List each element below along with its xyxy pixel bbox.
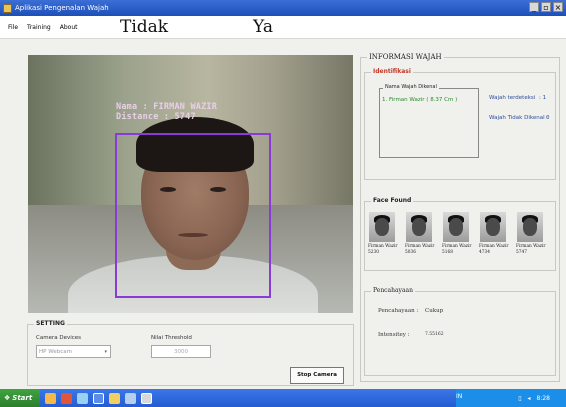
face-thumbnail (517, 212, 543, 242)
media-icon[interactable] (125, 392, 136, 404)
identifikasi-group: Identifikasi Nama Wajah Dikenal 1. Firma… (364, 68, 556, 180)
overlay-label-tidak: Tidak (120, 17, 169, 37)
window-icon[interactable] (93, 392, 104, 404)
face-value: 5747 (516, 250, 527, 255)
recognized-name-text: Nama : FIRMAN WAZIR (116, 102, 218, 112)
detected-faces-value: : 1 (539, 95, 547, 101)
face-thumbnail (406, 212, 432, 242)
minimize-icon[interactable]: _ (529, 2, 539, 12)
face-thumbnail (480, 212, 506, 242)
intensity-label: Intensitey : (378, 332, 410, 338)
face-value: 5036 (405, 250, 416, 255)
pencahayaan-group: Pencahayaan Pencahayaan : Cukup Intensit… (364, 287, 556, 376)
clock[interactable]: 8:28 (537, 395, 550, 402)
known-faces-list[interactable]: Nama Wajah Dikenal 1. Firman Wazir ( 8.3… (379, 84, 479, 158)
paint-icon[interactable] (109, 392, 120, 404)
language-indicator[interactable]: IN (456, 393, 462, 400)
face-found-title: Face Found (371, 197, 414, 204)
window-title: Aplikasi Pengenalan Wajah (15, 4, 109, 12)
unknown-faces-value: 0 (546, 115, 550, 121)
taskbar: ❖ Start ▯ ◂ 8:28 (0, 389, 566, 407)
pencahayaan-value: Cukup (425, 308, 444, 314)
camera-devices-label: Camera Devices (36, 335, 82, 341)
face-found-group: Face Found Firman Wazir 5230 Firman Wazi… (364, 197, 556, 271)
explorer-icon[interactable] (77, 392, 88, 404)
face-value: 4734 (479, 250, 490, 255)
active-app-icon[interactable] (141, 392, 152, 404)
start-button[interactable]: ❖ Start (0, 389, 40, 407)
face-name: Firman Wazir (442, 244, 472, 249)
stop-camera-button[interactable]: Stop Camera (290, 367, 344, 384)
camera-device-select[interactable]: HP Webcam ▾ (36, 345, 111, 358)
face-name: Firman Wazir (516, 244, 546, 249)
browser-icon[interactable] (61, 392, 72, 404)
known-faces-list-title: Nama Wajah Dikenal (383, 84, 439, 90)
pencahayaan-label: Pencahayaan : (378, 308, 419, 314)
folder-icon[interactable] (45, 392, 56, 404)
app-icon (3, 3, 12, 13)
face-name: Firman Wazir (479, 244, 509, 249)
system-tray: ▯ ◂ 8:28 (456, 389, 566, 407)
chevron-down-icon: ▾ (104, 349, 107, 355)
menu-about[interactable]: About (60, 24, 78, 31)
main-panel: Nama : FIRMAN WAZIR Distance : 5747 SETT… (0, 38, 566, 389)
volume-icon[interactable]: ◂ (528, 395, 531, 402)
unknown-faces-label: Wajah Tidak Dikenal : (489, 115, 549, 121)
window-title-bar: Aplikasi Pengenalan Wajah _ ▫ × (0, 0, 566, 16)
setting-title: SETTING (34, 320, 67, 327)
face-name: Firman Wazir (368, 244, 398, 249)
face-thumbnail (443, 212, 469, 242)
face-value: 5168 (442, 250, 453, 255)
menu-bar: File Training About (0, 16, 566, 38)
face-name: Firman Wazir (405, 244, 435, 249)
identifikasi-title: Identifikasi (371, 68, 413, 75)
maximize-icon[interactable]: ▫ (541, 2, 551, 12)
pencahayaan-title: Pencahayaan (371, 287, 415, 294)
informasi-wajah-group: INFORMASI WAJAH Identifikasi Nama Wajah … (360, 53, 560, 382)
face-detection-box (115, 133, 271, 298)
intensity-value: 7.55162 (425, 332, 444, 337)
list-item[interactable]: 1. Firman Wazir ( 8.37 Cm ) (382, 97, 457, 103)
close-icon[interactable]: × (553, 2, 563, 12)
camera-device-value: HP Webcam (39, 349, 72, 355)
informasi-wajah-title: INFORMASI WAJAH (367, 53, 444, 61)
face-value: 5230 (368, 250, 379, 255)
menu-training[interactable]: Training (27, 24, 51, 31)
camera-view: Nama : FIRMAN WAZIR Distance : 5747 (28, 55, 353, 313)
threshold-label: Nilai Threshold (151, 335, 192, 341)
detected-faces-label: Wajah terdeteksi (489, 95, 536, 101)
overlay-label-ya: Ya (253, 17, 274, 37)
menu-file[interactable]: File (8, 24, 18, 31)
setting-group: SETTING Camera Devices HP Webcam ▾ Nilai… (27, 320, 354, 386)
network-icon[interactable]: ▯ (518, 395, 521, 402)
face-thumbnail (369, 212, 395, 242)
threshold-input[interactable]: 3000 (151, 345, 211, 358)
start-label: Start (12, 394, 33, 402)
distance-text: Distance : 5747 (116, 112, 196, 122)
windows-logo-icon: ❖ (4, 394, 11, 402)
